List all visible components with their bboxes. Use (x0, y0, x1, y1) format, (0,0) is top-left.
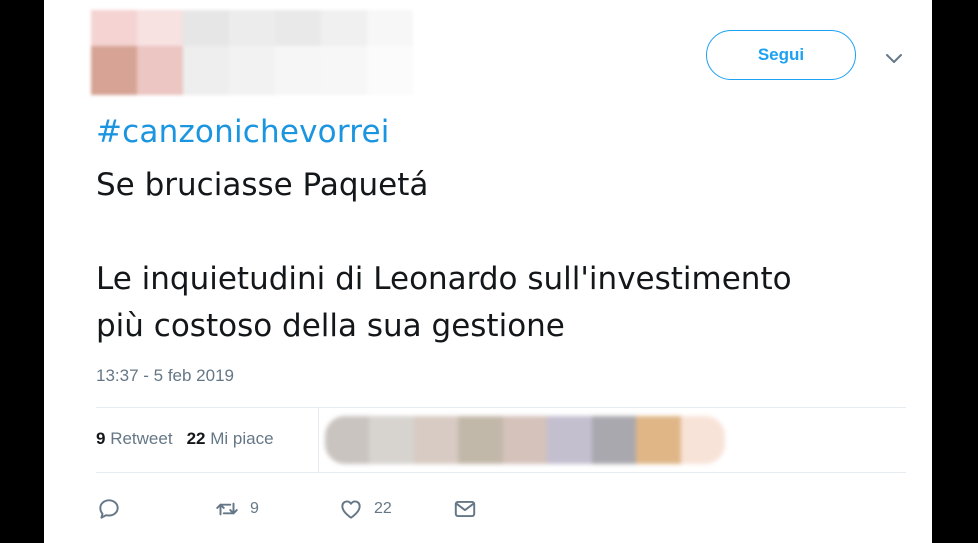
blurred-user-header (91, 10, 416, 95)
stats-separator (318, 408, 319, 472)
hashtag-link[interactable]: #canzonichevorrei (96, 114, 390, 150)
divider (96, 472, 906, 473)
chevron-down-icon[interactable] (884, 48, 904, 68)
reply-icon (99, 499, 119, 519)
like-stat[interactable]: 22 Mi piace (187, 429, 274, 449)
like-stat-count: 22 (186, 429, 206, 448)
heart-icon (341, 500, 361, 519)
tweet-line-2: Le inquietudini di Leonardo sull'investi… (96, 261, 792, 344)
tweet-actions: 9 22 (96, 494, 478, 524)
direct-message-button[interactable] (452, 496, 478, 522)
envelope-icon (454, 500, 476, 518)
retweet-stat-label: Retweet (110, 429, 173, 448)
divider (96, 407, 906, 408)
tweet-timestamp[interactable]: 13:37 - 5 feb 2019 (96, 366, 234, 386)
tweet-stats: 9 Retweet 22 Mi piace (96, 429, 274, 449)
retweet-stat-count: 9 (96, 429, 106, 448)
tweet-line-1: Se bruciasse Paquetá (96, 167, 429, 203)
follow-button[interactable]: Segui (706, 30, 856, 80)
like-count: 22 (374, 500, 392, 517)
retweet-count: 9 (250, 500, 259, 517)
tweet-card: Segui #canzonichevorrei Se bruciasse Paq… (44, 0, 932, 543)
retweet-icon (216, 502, 238, 516)
blurred-liker-avatars (325, 416, 725, 464)
like-button[interactable]: 22 (338, 496, 452, 522)
tweet-text: Se bruciasse Paquetá Le inquietudini di … (96, 162, 916, 350)
retweet-stat[interactable]: 9 Retweet (96, 429, 173, 449)
reply-button[interactable] (96, 496, 214, 522)
like-stat-label: Mi piace (210, 429, 274, 448)
retweet-button[interactable]: 9 (214, 496, 338, 522)
